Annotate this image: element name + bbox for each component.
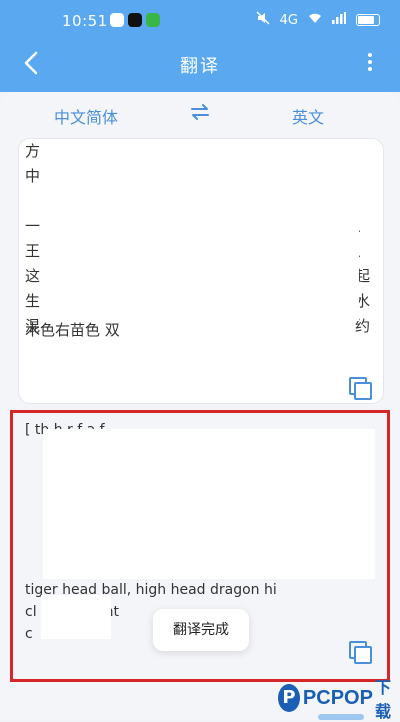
watermark: P PCPOP 下载 bbox=[278, 678, 400, 721]
translation-complete-toast: 翻译完成 bbox=[153, 609, 249, 651]
mute-icon bbox=[256, 11, 270, 29]
wechat-icon bbox=[146, 13, 160, 27]
more-vertical-icon bbox=[368, 53, 372, 57]
swap-button[interactable] bbox=[188, 100, 212, 124]
redacted-region bbox=[41, 595, 111, 639]
page-title: 翻译 bbox=[180, 56, 220, 77]
target-language-button[interactable]: 英文 bbox=[292, 104, 324, 128]
app-icon bbox=[110, 13, 124, 27]
watermark-text: PCPOP bbox=[302, 686, 373, 709]
copy-result-button[interactable] bbox=[349, 641, 372, 664]
more-button[interactable] bbox=[366, 50, 374, 76]
swap-arrows-icon bbox=[191, 104, 209, 120]
status-right: 4G bbox=[256, 11, 380, 29]
source-last-line: 木色右苗色 双 bbox=[25, 321, 120, 339]
watermark-suffix: 下载 bbox=[374, 678, 391, 721]
copy-source-button[interactable] bbox=[349, 377, 372, 400]
status-bar: 10:51 4G bbox=[0, 0, 400, 40]
signal-icon bbox=[332, 12, 346, 28]
battery-icon bbox=[356, 14, 380, 26]
network-label: 4G bbox=[279, 12, 298, 28]
tiktok-icon bbox=[128, 13, 142, 27]
home-indicator bbox=[318, 714, 364, 720]
source-text-panel[interactable]: 方 中 一 王 这 生 混 、 、 起 水 约 木色右苗色 双 bbox=[18, 138, 384, 404]
status-time: 10:51 bbox=[62, 12, 108, 30]
wifi-icon bbox=[308, 12, 322, 28]
redacted-region bbox=[59, 151, 359, 321]
result-panel[interactable]: [ th h r f a f tiger head ball, high hea… bbox=[10, 410, 390, 682]
source-language-button[interactable]: 中文简体 bbox=[54, 104, 118, 128]
language-bar: 中文简体 英文 bbox=[0, 92, 400, 136]
redacted-region bbox=[43, 429, 375, 579]
watermark-logo: P bbox=[278, 684, 300, 712]
